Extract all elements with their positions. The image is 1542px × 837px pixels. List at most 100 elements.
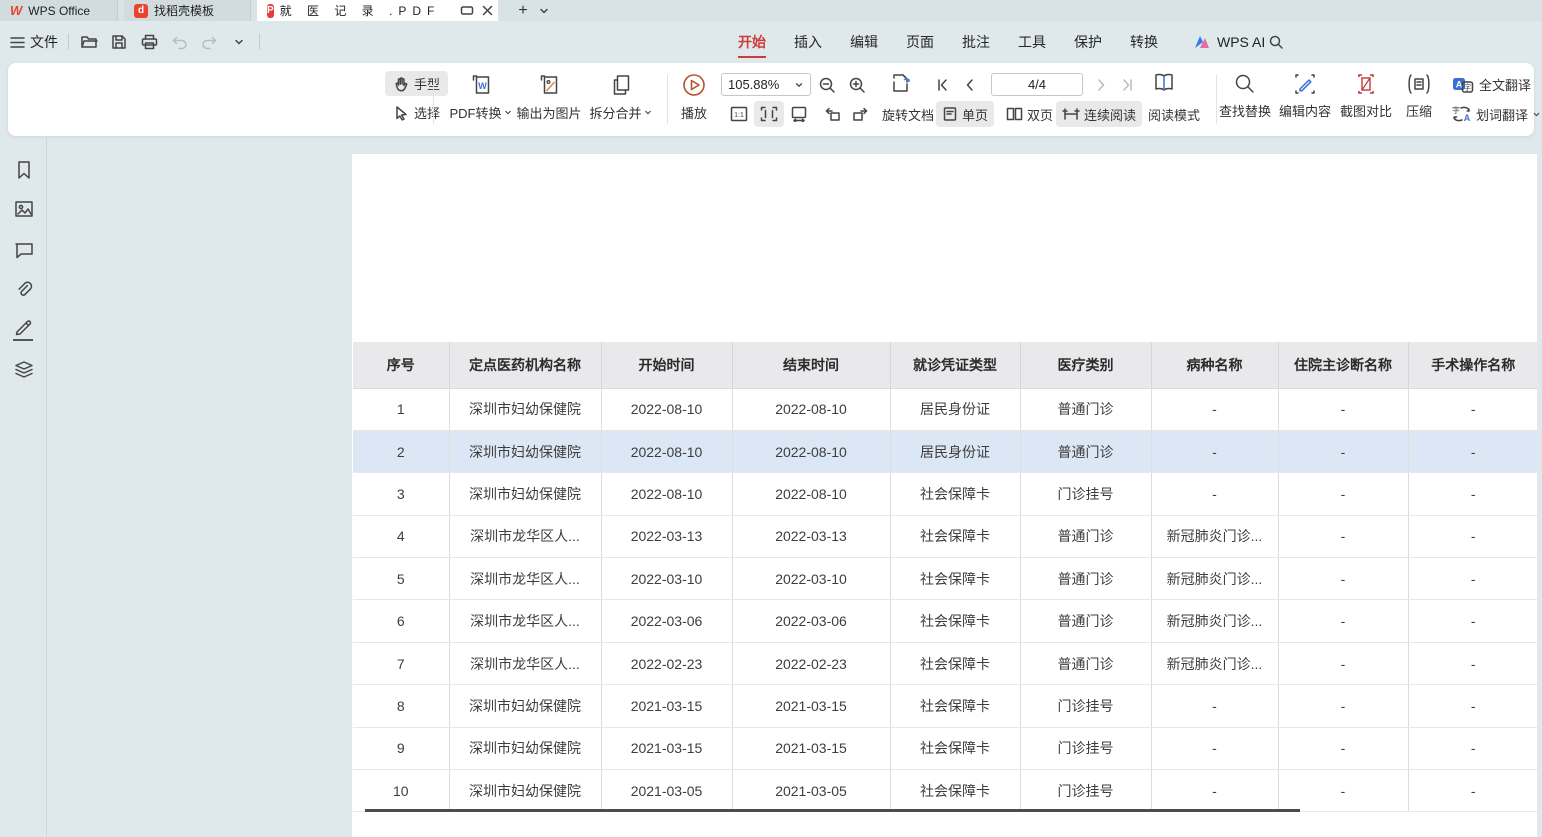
quick-access-chevron-icon[interactable] — [229, 32, 249, 52]
play-button[interactable]: 播放 — [681, 72, 707, 122]
pdf-convert-button[interactable]: W PDF转换 — [449, 72, 512, 122]
word-translate-button[interactable]: 字 A 划词翻译 — [1446, 101, 1542, 127]
attachments-panel-icon[interactable] — [13, 279, 35, 301]
fit-page-button[interactable] — [784, 101, 814, 127]
menu-insert[interactable]: 插入 — [780, 21, 836, 63]
zoom-in-button[interactable] — [844, 72, 870, 98]
table-cell: 普通门诊 — [1020, 558, 1151, 600]
pdf-convert-icon: W — [468, 72, 494, 98]
bookmarks-panel-icon[interactable] — [13, 159, 35, 181]
toolbar-panel: 手型 选择 W PDF转换 输出为图片 拆分合并 — [8, 63, 1534, 136]
table-cell: 8 — [353, 685, 449, 727]
actual-size-button[interactable]: 1:1 — [724, 101, 754, 127]
ribbon-search-icon[interactable] — [1268, 21, 1284, 63]
save-icon[interactable] — [109, 32, 129, 52]
table-cell: 2021-03-15 — [601, 685, 732, 727]
last-page-button[interactable] — [1114, 72, 1140, 98]
page-number-input[interactable] — [991, 73, 1083, 96]
layers-panel-icon[interactable] — [13, 358, 35, 380]
menu-convert[interactable]: 转换 — [1116, 21, 1172, 63]
table-cell: 深圳市妇幼保健院 — [449, 727, 601, 769]
table-cell: 深圳市妇幼保健院 — [449, 473, 601, 515]
table-cell: 普通门诊 — [1020, 388, 1151, 430]
zoom-out-button[interactable] — [814, 72, 840, 98]
compress-button[interactable]: 压缩 — [1406, 72, 1432, 120]
pdf-file-icon: P — [267, 4, 274, 18]
menu-edit[interactable]: 编辑 — [836, 21, 892, 63]
chevron-down-icon — [1532, 110, 1541, 119]
pdf-page[interactable]: 序号 定点医药机构名称 开始时间 结束时间 就诊凭证类型 医疗类别 病种名称 住… — [352, 154, 1537, 837]
menu-protect[interactable]: 保护 — [1060, 21, 1116, 63]
undo-icon[interactable] — [169, 32, 189, 52]
table-header-cell: 住院主诊断名称 — [1278, 342, 1408, 388]
new-from-page-icon[interactable] — [888, 70, 914, 96]
comments-panel-icon[interactable] — [13, 239, 35, 261]
menu-page[interactable]: 页面 — [892, 21, 948, 63]
table-cell: 7 — [353, 642, 449, 684]
table-header-cell: 手术操作名称 — [1408, 342, 1538, 388]
double-page-icon — [1006, 106, 1023, 122]
table-cell: - — [1278, 515, 1408, 557]
divider — [667, 75, 668, 124]
rotate-right-button[interactable] — [845, 101, 876, 127]
first-page-button[interactable] — [930, 72, 956, 98]
edit-content-label: 编辑内容 — [1279, 101, 1331, 120]
screenshot-compare-button[interactable]: 截图对比 — [1340, 72, 1392, 120]
file-menu-button[interactable]: 文件 — [10, 32, 58, 52]
table-cell: - — [1408, 473, 1538, 515]
tab-list-chevron-icon[interactable] — [534, 0, 554, 21]
wps-ai-logo-icon — [1194, 35, 1210, 49]
tab-document-pdf[interactable]: P 就 医 记 录 .PDF — [257, 0, 498, 21]
table-cell: - — [1408, 642, 1538, 684]
wps-ai-button[interactable]: WPS AI — [1194, 21, 1265, 63]
previous-page-button[interactable] — [957, 72, 983, 98]
continuous-read-button[interactable]: 连续阅读 — [1056, 101, 1142, 127]
single-page-button[interactable]: 单页 — [936, 101, 994, 127]
window-tab-strip: W WPS Office d 找稻壳模板 P 就 医 记 录 .PDF + — [0, 0, 1542, 21]
menu-home[interactable]: 开始 — [724, 21, 780, 63]
fit-width-button[interactable] — [754, 101, 784, 127]
table-cell: 2022-08-10 — [732, 473, 890, 515]
table-header-cell: 序号 — [353, 342, 449, 388]
tab-docer-templates[interactable]: d 找稻壳模板 — [124, 0, 251, 21]
zoom-level-select[interactable]: 105.88% — [721, 73, 811, 96]
table-cell: 2022-08-10 — [732, 388, 890, 430]
signature-panel-icon[interactable] — [13, 316, 35, 338]
side-rail — [0, 137, 47, 837]
table-header-cell: 病种名称 — [1151, 342, 1278, 388]
table-cell: 普通门诊 — [1020, 515, 1151, 557]
double-page-label: 双页 — [1027, 105, 1053, 124]
menu-tools[interactable]: 工具 — [1004, 21, 1060, 63]
open-file-icon[interactable] — [79, 32, 99, 52]
table-cell: 2022-03-10 — [601, 558, 732, 600]
find-replace-button[interactable]: 查找替换 — [1219, 72, 1271, 120]
edit-content-button[interactable]: 编辑内容 — [1279, 72, 1331, 120]
menu-comment[interactable]: 批注 — [948, 21, 1004, 63]
eye-protect-mode-icon[interactable] — [460, 5, 474, 17]
table-cell: - — [1278, 558, 1408, 600]
export-image-button[interactable]: 输出为图片 — [516, 72, 581, 122]
svg-text:字: 字 — [1464, 81, 1472, 91]
rotate-left-button[interactable] — [817, 101, 848, 127]
split-merge-button[interactable]: 拆分合并 — [589, 72, 652, 122]
docer-icon: d — [134, 4, 148, 18]
table-cell: 新冠肺炎门诊... — [1151, 558, 1278, 600]
compress-label: 压缩 — [1406, 101, 1432, 120]
new-tab-button[interactable]: + — [512, 0, 534, 21]
select-tool-button[interactable]: 选择 — [385, 100, 448, 125]
table-cell: 社会保障卡 — [890, 600, 1020, 642]
print-icon[interactable] — [139, 32, 159, 52]
read-mode-button[interactable]: 阅读模式 — [1142, 101, 1206, 127]
close-tab-icon[interactable] — [482, 5, 493, 16]
thumbnails-panel-icon[interactable] — [13, 198, 35, 220]
edit-content-icon — [1293, 72, 1317, 96]
hand-tool-button[interactable]: 手型 — [385, 71, 448, 96]
next-page-button[interactable] — [1088, 72, 1114, 98]
table-cell: 新冠肺炎门诊... — [1151, 515, 1278, 557]
rotate-document-button[interactable]: 旋转文档 — [876, 101, 940, 127]
table-row: 3深圳市妇幼保健院2022-08-102022-08-10社会保障卡门诊挂号--… — [353, 473, 1538, 515]
tab-wps-home[interactable]: W WPS Office — [0, 0, 118, 21]
full-translate-button[interactable]: A 字 全文翻译 — [1452, 75, 1531, 94]
redo-icon[interactable] — [199, 32, 219, 52]
read-mode-book-icon[interactable] — [1151, 70, 1177, 96]
